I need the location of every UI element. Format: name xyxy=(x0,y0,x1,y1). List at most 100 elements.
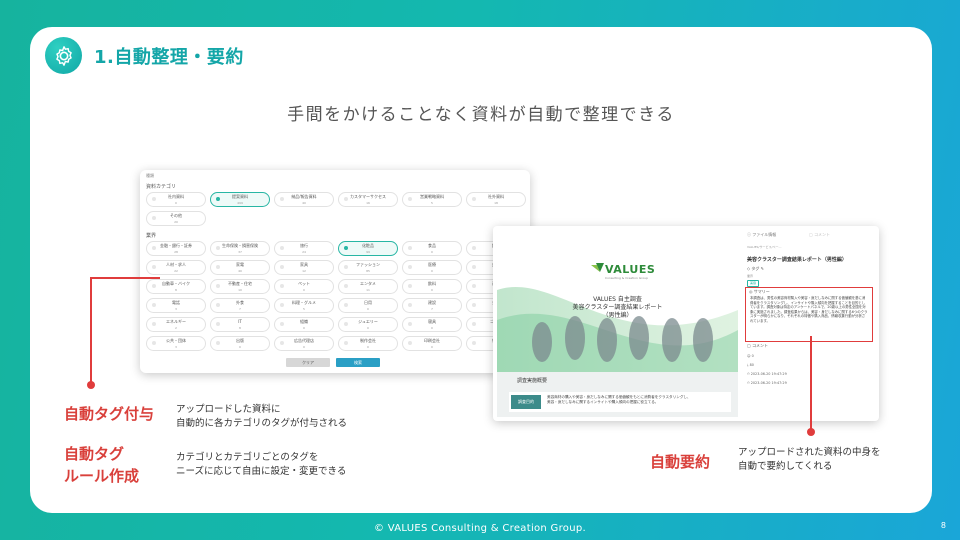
category-pill[interactable]: カスタマーサクセス 16 xyxy=(338,192,398,207)
radio-dot-icon xyxy=(280,265,284,269)
gear-icon xyxy=(45,37,82,74)
radio-dot-icon xyxy=(280,284,284,288)
industry-pill-label: 飲料 xyxy=(428,281,436,286)
category-pill-label: カスタマーサクセス xyxy=(350,194,386,199)
category-pill-label: 提案資料 xyxy=(232,194,248,199)
industry-pill[interactable]: 生命保険・損害保険 37 xyxy=(210,241,270,256)
tag-chip[interactable]: 美容 xyxy=(747,280,759,287)
radio-dot-icon xyxy=(152,341,156,345)
industry-pill-count: 0 xyxy=(303,326,305,330)
industry-pill[interactable]: 飲料 0 xyxy=(402,279,462,294)
category-pill[interactable]: 営業戦略資料 5 xyxy=(402,192,462,207)
radio-dot-icon xyxy=(408,303,412,307)
industry-pill[interactable]: 寝具 0 xyxy=(402,317,462,332)
document-row-text: 美容商材の購入や美容・身だしなみに関する価値観をもとに消費者をクラスタリングし、… xyxy=(547,395,691,405)
industry-section-title: 業界 xyxy=(146,233,157,239)
radio-dot-icon xyxy=(344,322,348,326)
industry-pill-label: エネルギー xyxy=(166,319,186,324)
summary-text: 本調査は、男性の美容商材購入や美容・身だしなみに関する価値観を基に消費者をクラス… xyxy=(750,296,868,323)
category-pill[interactable]: その他 20 xyxy=(146,211,206,226)
industry-pill[interactable]: 化粧品 99 xyxy=(338,241,398,256)
radio-dot-icon xyxy=(216,265,220,269)
radio-dot-icon xyxy=(472,246,476,250)
summary-highlight-box: ◎ サマリー 本調査は、男性の美容商材購入や美容・身だしなみに関する価値観を基に… xyxy=(745,287,873,342)
industry-pill-label: 料理・グルメ xyxy=(292,300,316,305)
industry-pill[interactable]: エネルギー 2 xyxy=(146,317,206,332)
category-pill-label: 社外資料 xyxy=(488,194,504,199)
radio-dot-icon xyxy=(408,265,412,269)
category-pill[interactable]: 提案資料 499 xyxy=(210,192,270,207)
industry-pill[interactable]: 金融・銀行・証券 28 xyxy=(146,241,206,256)
industry-pill[interactable]: 食品 0 xyxy=(402,241,462,256)
radio-dot-icon xyxy=(280,341,284,345)
tab-comments[interactable]: ▢ コメント xyxy=(809,230,830,240)
industry-pill[interactable]: ペット 0 xyxy=(274,279,334,294)
industry-pill-count: 28 xyxy=(174,250,178,254)
radio-dot-icon xyxy=(280,246,284,250)
industry-pill[interactable]: 料理・グルメ 5 xyxy=(274,298,334,313)
industry-pill-label: 公共・団体 xyxy=(166,338,186,343)
industry-pill[interactable]: 印刷会社 0 xyxy=(402,336,462,351)
document-row: 調査目的 美容商材の購入や美容・身だしなみに関する価値観をもとに消費者をクラスタ… xyxy=(509,392,731,412)
industry-pill[interactable]: 日用 0 xyxy=(338,298,398,313)
industry-pill-count: 0 xyxy=(303,345,305,349)
industry-pill-count: 10 xyxy=(238,288,242,292)
category-pill[interactable]: 社外資料 18 xyxy=(466,192,526,207)
industry-pill[interactable]: 旅行 24 xyxy=(274,241,334,256)
industry-pill-count: 0 xyxy=(431,250,433,254)
category-pill[interactable]: 納品/報告資料 40 xyxy=(274,192,334,207)
industry-pill-label: 医療 xyxy=(428,262,436,267)
radio-dot-icon xyxy=(216,303,220,307)
search-button[interactable]: 検索 xyxy=(336,358,380,367)
radio-dot-icon xyxy=(408,341,412,345)
industry-pill-label: 金融・銀行・証券 xyxy=(160,243,192,248)
category-pill[interactable]: 社内資料 0 xyxy=(146,192,206,207)
industry-pill-label: 家具 xyxy=(300,262,308,267)
radio-dot-icon xyxy=(344,341,348,345)
radio-dot-icon xyxy=(216,246,220,250)
radio-dot-icon xyxy=(152,265,156,269)
industry-pill[interactable]: 自動車・バイク 8 xyxy=(146,279,206,294)
auto-summary-desc: アップロードされた資料の中身を 自動で要約してくれる xyxy=(738,447,881,472)
meta-created: ⏱ 2023-06-20 19:47:29 xyxy=(747,372,787,376)
file-path: VALUES/サービス/ベー… xyxy=(747,245,782,249)
clear-button[interactable]: クリア xyxy=(286,358,330,367)
radio-dot-icon xyxy=(280,322,284,326)
document-logo: VALUES xyxy=(605,263,656,276)
industry-pill-count: 0 xyxy=(431,288,433,292)
industry-pill[interactable]: 外食 7 xyxy=(210,298,270,313)
industry-pill[interactable]: IT 8 xyxy=(210,317,270,332)
tab-file-info[interactable]: ⓘ ファイル情報 xyxy=(747,230,776,240)
industry-pill[interactable]: 人材・求人 22 xyxy=(146,260,206,275)
industry-pill[interactable]: 建設 7 xyxy=(402,298,462,313)
radio-dot-icon xyxy=(152,284,156,288)
radio-dot-icon xyxy=(472,341,476,345)
comment-label: ▢ コメント xyxy=(747,343,769,348)
industry-pill[interactable]: ジュエリー 0 xyxy=(338,317,398,332)
industry-pill-count: 8 xyxy=(239,326,241,330)
document-preview-screenshot: VALUES Consulting & Creation Group VALUE… xyxy=(493,226,879,421)
industry-pill[interactable]: 不動産・住宅 10 xyxy=(210,279,270,294)
industry-pill[interactable]: 出版 0 xyxy=(210,336,270,351)
industry-pill-count: 8 xyxy=(175,288,177,292)
industry-pill[interactable]: 医療 0 xyxy=(402,260,462,275)
industry-pill[interactable]: 制作会社 0 xyxy=(338,336,398,351)
values-logo-icon xyxy=(591,263,604,272)
industry-pill-count: 3 xyxy=(175,307,177,311)
radio-dot-icon xyxy=(472,197,476,201)
industry-pill[interactable]: 家電 40 xyxy=(210,260,270,275)
industry-pill-count: 0 xyxy=(431,326,433,330)
industry-pill[interactable]: ファッション 85 xyxy=(338,260,398,275)
industry-pill[interactable]: 電話 3 xyxy=(146,298,206,313)
industry-pill[interactable]: 広告代理店 0 xyxy=(274,336,334,351)
industry-pill-label: ファッション xyxy=(356,262,380,267)
meta-count: ☺ 0 xyxy=(747,354,754,358)
radio-dot-icon xyxy=(472,265,476,269)
industry-pill[interactable]: 公共・団体 3 xyxy=(146,336,206,351)
industry-pill[interactable]: エンタメ 11 xyxy=(338,279,398,294)
industry-pill[interactable]: 組織 0 xyxy=(274,317,334,332)
industry-pill[interactable]: 家具 12 xyxy=(274,260,334,275)
connector-line-left-v xyxy=(90,277,92,387)
category-pill-label: 営業戦略資料 xyxy=(420,194,444,199)
industry-pill-count: 99 xyxy=(366,250,370,254)
